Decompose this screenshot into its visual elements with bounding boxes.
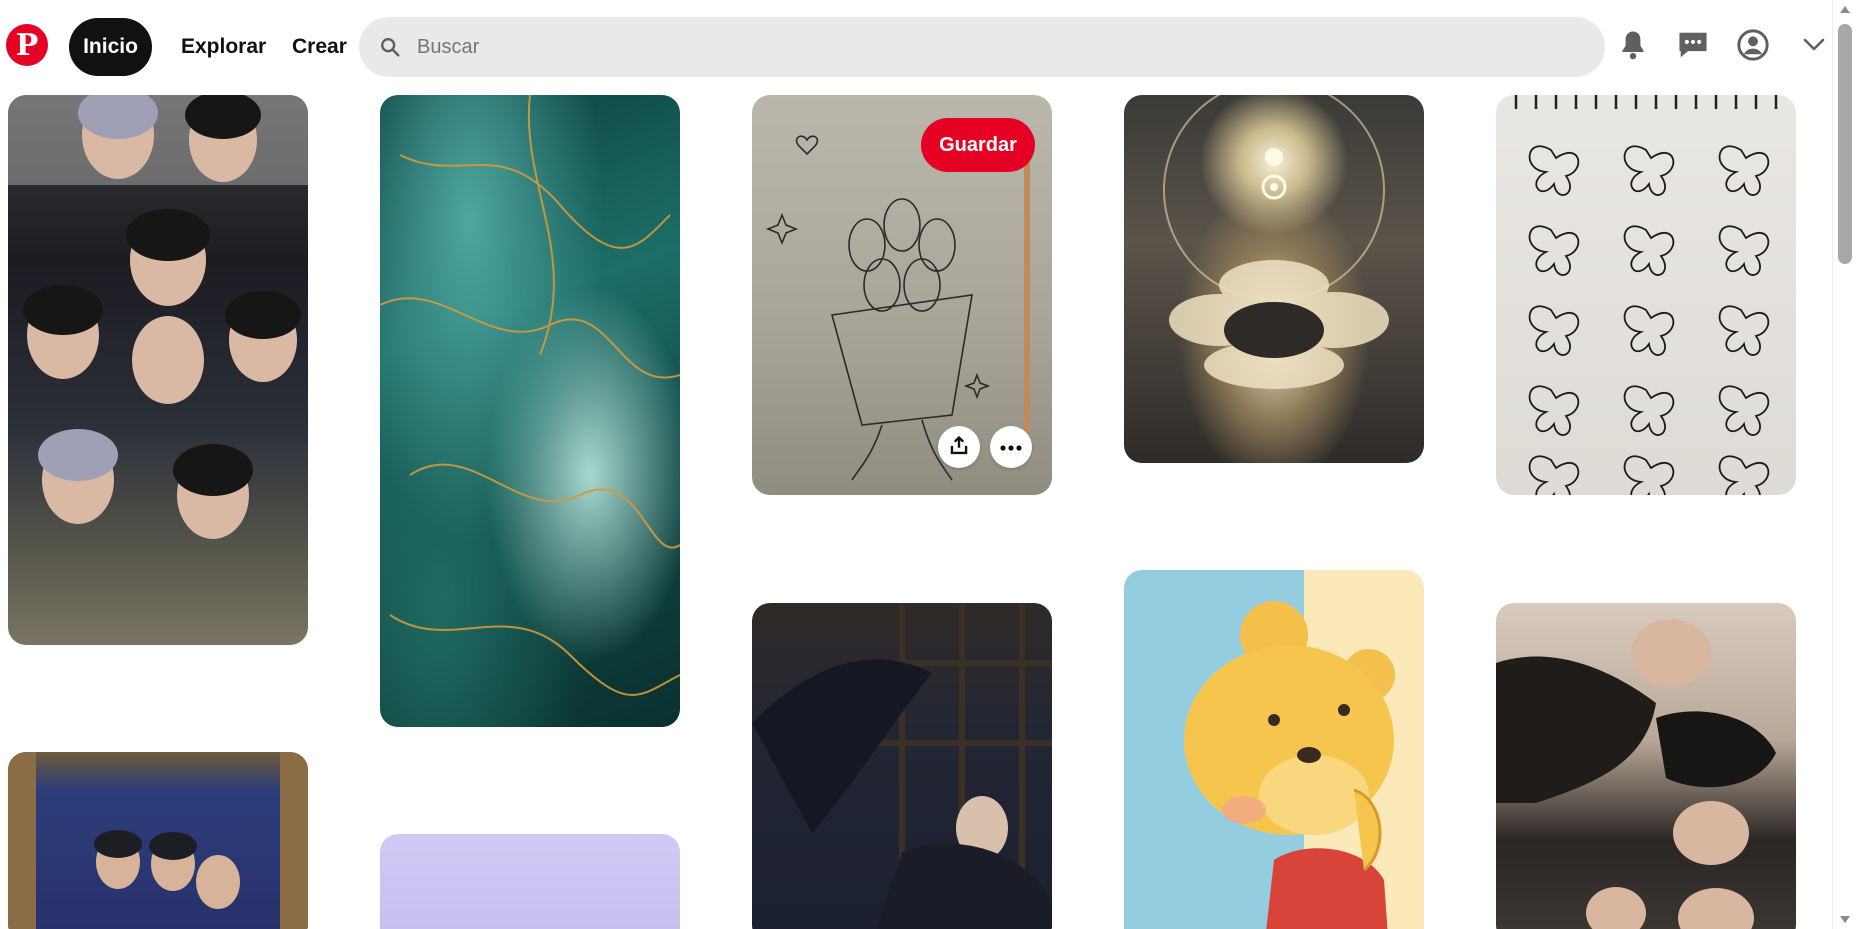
nav-create-link[interactable]: Crear [292, 18, 347, 76]
pin-card[interactable] [1124, 95, 1424, 463]
more-icon [1000, 438, 1022, 456]
pin-image [380, 95, 680, 696]
save-button[interactable]: Guardar [921, 118, 1035, 172]
vertical-scrollbar[interactable] [1832, 0, 1856, 929]
nav-home-button[interactable]: Inicio [69, 18, 152, 76]
more-options-button[interactable] [990, 426, 1032, 468]
chevron-down-icon [1803, 38, 1825, 57]
nav-explore-link[interactable]: Explorar [181, 18, 266, 76]
top-navigation-bar: P Inicio Explorar Crear [0, 0, 1830, 94]
pinterest-logo[interactable]: P [6, 24, 48, 66]
account-button[interactable] [1733, 27, 1773, 67]
logo-letter: P [15, 28, 39, 63]
search-input[interactable] [417, 35, 1517, 59]
scroll-up-arrow-icon[interactable] [1840, 6, 1850, 13]
scrollbar-thumb[interactable] [1838, 24, 1852, 264]
search-icon [377, 34, 403, 60]
pin-image [1514, 95, 1778, 495]
pin-image [1496, 619, 1776, 929]
pin-card[interactable] [1496, 603, 1796, 929]
pin-card[interactable] [752, 603, 1052, 929]
pin-image [1163, 95, 1389, 389]
pin-image [1184, 601, 1395, 929]
share-icon [948, 434, 970, 461]
pin-image [8, 752, 308, 929]
notifications-button[interactable] [1613, 27, 1653, 67]
pin-card[interactable] [8, 752, 308, 929]
pin-card[interactable] [1496, 95, 1796, 495]
pin-card[interactable] [1124, 570, 1424, 929]
bell-icon [1618, 29, 1648, 66]
pin-card[interactable] [380, 834, 680, 929]
account-options-button[interactable] [1794, 27, 1834, 67]
scroll-down-arrow-icon[interactable] [1840, 916, 1850, 923]
pin-card[interactable] [380, 95, 680, 727]
search-bar[interactable] [359, 17, 1605, 77]
pin-card[interactable] [8, 95, 308, 645]
pin-image [752, 603, 1052, 929]
account-icon [1737, 28, 1769, 66]
share-button[interactable] [938, 426, 980, 468]
messages-icon [1677, 30, 1709, 65]
messages-button[interactable] [1673, 27, 1713, 67]
pin-image [8, 95, 308, 539]
